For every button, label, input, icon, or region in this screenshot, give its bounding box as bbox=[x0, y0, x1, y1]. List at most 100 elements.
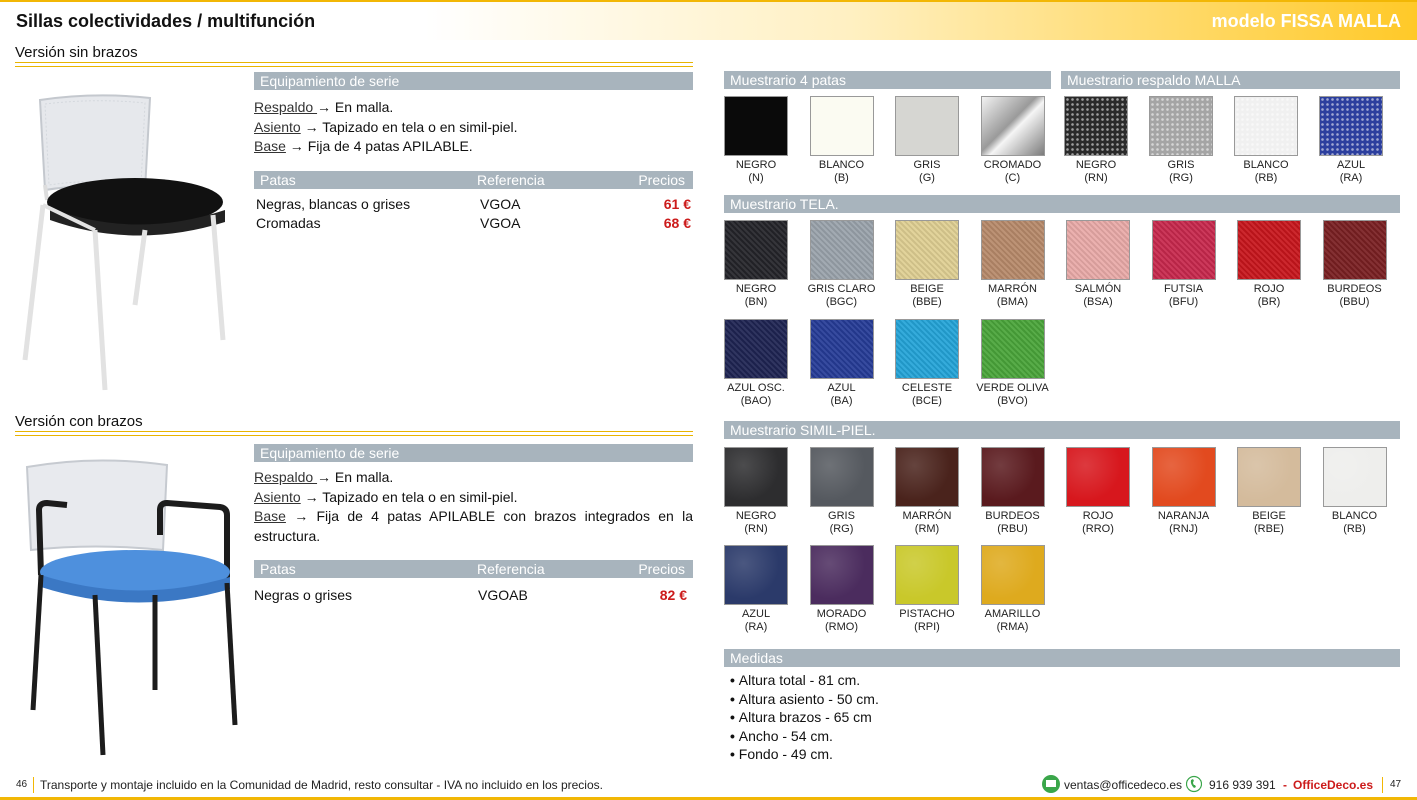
model-title: modelo FISSA MALLA bbox=[1211, 11, 1401, 31]
color-swatch bbox=[1319, 96, 1383, 156]
spec-asiento: Asiento → Tapizado en tela o en simil-pi… bbox=[254, 118, 518, 135]
swatch-label: BEIGE (RBE) bbox=[1252, 510, 1286, 535]
equipamiento-header: Equipamiento de serie bbox=[254, 444, 693, 462]
color-swatch bbox=[980, 96, 1045, 156]
swatch-label: AZUL (RA) bbox=[741, 608, 771, 633]
list-item: Altura brazos - 65 cm bbox=[730, 708, 879, 727]
footer: 46 Transporte y montaje incluido en la C… bbox=[0, 772, 1417, 798]
swatch-label: SALMÓN (BSA) bbox=[1074, 283, 1122, 308]
color-swatch bbox=[980, 220, 1045, 280]
swatch-label: MORADO (RMO) bbox=[816, 608, 867, 633]
color-swatch bbox=[895, 319, 959, 379]
color-swatch bbox=[1234, 96, 1298, 156]
color-swatch bbox=[980, 319, 1045, 379]
color-swatch bbox=[724, 447, 788, 507]
color-swatch bbox=[895, 545, 959, 605]
color-swatch bbox=[1064, 96, 1128, 156]
divider bbox=[1382, 777, 1383, 793]
spec-asiento: Asiento → Tapizado en tela o en simil-pi… bbox=[254, 488, 518, 505]
color-swatch bbox=[895, 220, 959, 280]
color-swatch bbox=[1066, 447, 1130, 507]
table-row: Negras, blancas o grises VGOA 61 € bbox=[256, 196, 691, 212]
swatch-label: CROMADO (C) bbox=[983, 159, 1042, 184]
spec-base: Base → Fija de 4 patas APILABLE. bbox=[254, 138, 473, 154]
medidas-list: Altura total - 81 cm. Altura asiento - 5… bbox=[730, 671, 879, 764]
color-swatch bbox=[1237, 220, 1301, 280]
swatch-label: NEGRO (RN) bbox=[1075, 159, 1117, 184]
color-swatch bbox=[809, 545, 874, 605]
swatch-label: GRIS (RG) bbox=[1167, 159, 1195, 184]
spec-base: Base → Fija de 4 patas APILABLE con braz… bbox=[254, 508, 693, 544]
muestrario-4-patas-header: Muestrario 4 patas bbox=[724, 71, 1051, 89]
section-title-sin-brazos: Versión sin brazos bbox=[15, 44, 138, 61]
color-swatch bbox=[1237, 447, 1301, 507]
swatch-label: GRIS CLARO (BGC) bbox=[807, 283, 876, 308]
spec-respaldo: Respaldo → En malla. bbox=[254, 99, 394, 115]
medidas-header: Medidas bbox=[724, 649, 1400, 667]
swatch-label: BLANCO (B) bbox=[818, 159, 865, 184]
swatch-label: BURDEOS (RBU) bbox=[985, 510, 1040, 535]
color-swatch bbox=[809, 319, 874, 379]
swatch-label: AZUL (RA) bbox=[1336, 159, 1366, 184]
list-item: Altura asiento - 50 cm. bbox=[730, 690, 879, 709]
list-item: Ancho - 54 cm. bbox=[730, 727, 879, 746]
color-swatch bbox=[809, 447, 874, 507]
equipamiento-header: Equipamiento de serie bbox=[254, 72, 693, 90]
specs-list: Respaldo → En malla. Asiento → Tapizado … bbox=[254, 98, 693, 157]
color-swatch bbox=[1149, 96, 1213, 156]
color-swatch bbox=[1151, 220, 1216, 280]
color-swatch bbox=[980, 545, 1045, 605]
color-swatch bbox=[1322, 447, 1387, 507]
color-swatch bbox=[1151, 447, 1216, 507]
swatch-label: GRIS (G) bbox=[913, 159, 941, 184]
chair-with-arms-image bbox=[25, 459, 238, 756]
swatch-label: CELESTE (BCE) bbox=[901, 382, 953, 407]
swatch-label: AZUL (BA) bbox=[827, 382, 856, 407]
swatch-label: NARANJA (RNJ) bbox=[1157, 510, 1210, 535]
list-item: Altura total - 81 cm. bbox=[730, 671, 879, 690]
swatch-label: NEGRO (BN) bbox=[735, 283, 777, 308]
page-number-left: 46 bbox=[16, 779, 28, 790]
swatch-label: MARRÓN (BMA) bbox=[988, 283, 1037, 308]
list-item: Fondo - 49 cm. bbox=[730, 745, 879, 764]
swatch-label: GRIS (RG) bbox=[828, 510, 855, 535]
swatch-label: FUTSIA (BFU) bbox=[1163, 283, 1204, 308]
swatch-label: VERDE OLIVA (BVO) bbox=[976, 382, 1049, 407]
table-row: Negras o grises VGOAB 82 € bbox=[254, 587, 687, 603]
footer-email[interactable]: ventas@officedeco.es bbox=[1064, 778, 1182, 792]
section-title-con-brazos: Versión con brazos bbox=[15, 413, 143, 430]
swatch-label: BEIGE (BBE) bbox=[910, 283, 944, 308]
muestrario-tela-header: Muestrario TELA. bbox=[724, 195, 1400, 213]
swatch-label: BURDEOS (BBU) bbox=[1327, 283, 1382, 308]
price-table-header: Patas Referencia Precios bbox=[254, 560, 693, 578]
swatch-label: BLANCO (RB) bbox=[1243, 159, 1289, 184]
page-number-right: 47 bbox=[1390, 779, 1402, 790]
email-icon bbox=[1042, 775, 1060, 793]
price-table-header: Patas Referencia Precios bbox=[254, 171, 693, 189]
color-swatch bbox=[1322, 220, 1387, 280]
swatch-label: NEGRO (N) bbox=[735, 159, 777, 184]
header-bar: Sillas colectividades / multifunción mod… bbox=[0, 0, 1417, 40]
swatch-label: ROJO (RRO) bbox=[1082, 510, 1114, 535]
swatch-label: PISTACHO (RPI) bbox=[899, 608, 955, 633]
color-swatch bbox=[980, 447, 1045, 507]
color-swatch bbox=[895, 96, 959, 156]
muestrario-malla-header: Muestrario respaldo MALLA bbox=[1061, 71, 1400, 89]
color-swatch bbox=[724, 96, 788, 156]
swatch-label: AMARILLO (RMA) bbox=[984, 608, 1041, 633]
spec-respaldo: Respaldo → En malla. bbox=[254, 469, 394, 485]
swatch-label: BLANCO (RB) bbox=[1331, 510, 1378, 535]
divider bbox=[33, 777, 34, 793]
chair-without-arms-image bbox=[22, 94, 226, 391]
page-title: Sillas colectividades / multifunción bbox=[16, 11, 316, 31]
section-divider bbox=[15, 62, 693, 67]
color-swatch bbox=[895, 447, 959, 507]
color-swatch bbox=[724, 319, 788, 379]
phone-icon bbox=[1185, 775, 1203, 793]
color-swatch bbox=[809, 220, 874, 280]
swatch-label: NEGRO (RN) bbox=[735, 510, 777, 535]
swatch-label: ROJO (BR) bbox=[1253, 283, 1285, 308]
color-swatch bbox=[724, 220, 788, 280]
muestrario-simil-piel-header: Muestrario SIMIL-PIEL. bbox=[724, 421, 1400, 439]
table-row: Cromadas VGOA 68 € bbox=[256, 215, 691, 231]
